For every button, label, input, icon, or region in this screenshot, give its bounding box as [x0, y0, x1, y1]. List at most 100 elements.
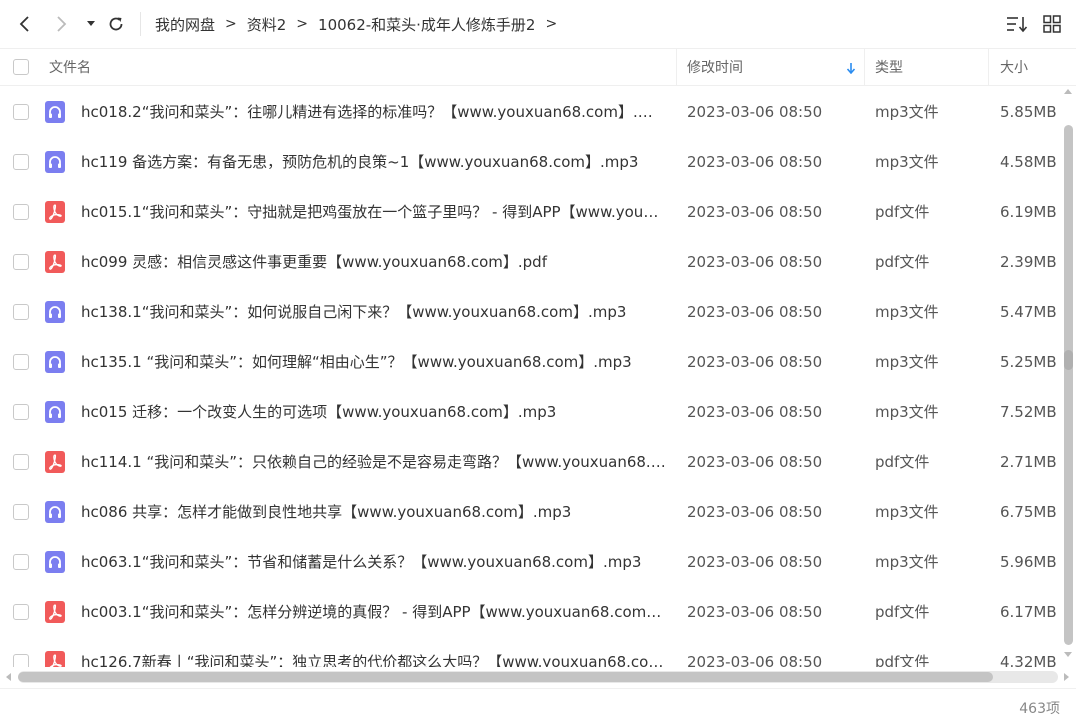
- column-divider[interactable]: [988, 49, 989, 85]
- mp3-icon: [45, 501, 65, 523]
- row-checkbox[interactable]: [13, 304, 29, 320]
- breadcrumb-separator: >: [296, 16, 309, 32]
- file-name[interactable]: hc086 共享：怎样才能做到良性地共享【www.youxuan68.com】.…: [81, 487, 667, 537]
- file-size: 4.58MB: [1000, 153, 1057, 171]
- file-row[interactable]: hc099 灵感：相信灵感这件事更重要【www.youxuan68.com】.p…: [0, 237, 1060, 287]
- file-size: 6.19MB: [1000, 203, 1057, 221]
- back-button[interactable]: [14, 12, 34, 36]
- file-type: mp3文件: [875, 303, 939, 321]
- column-type-label: 类型: [875, 60, 903, 76]
- breadcrumb-item-root[interactable]: 我的网盘: [155, 14, 215, 35]
- row-checkbox[interactable]: [13, 604, 29, 620]
- file-modified-date: 2023-03-06 08:50: [687, 653, 823, 667]
- history-dropdown-button[interactable]: [84, 12, 98, 36]
- row-checkbox[interactable]: [13, 354, 29, 370]
- file-row[interactable]: hc126.7新春丨“我问和菜头”：独立思考的代价都这么大吗？【www.youx…: [0, 637, 1060, 667]
- file-modified-date: 2023-03-06 08:50: [687, 453, 823, 471]
- vertical-scrollbar-track[interactable]: [1064, 125, 1073, 645]
- column-size[interactable]: 大小: [1000, 49, 1028, 85]
- file-name[interactable]: hc138.1“我问和菜头”：如何说服自己闲下来？【www.youxuan68.…: [81, 287, 667, 337]
- row-checkbox[interactable]: [13, 654, 29, 667]
- file-type: pdf文件: [875, 203, 930, 221]
- pdf-icon: [45, 651, 65, 667]
- file-row[interactable]: hc119 备选方案：有备无患，预防危机的良策~1【www.youxuan68.…: [0, 137, 1060, 187]
- file-name[interactable]: hc114.1 “我问和菜头”：只依赖自己的经验是不是容易走弯路？【www.yo…: [81, 437, 667, 487]
- row-checkbox[interactable]: [13, 204, 29, 220]
- file-type: mp3文件: [875, 503, 939, 521]
- forward-button[interactable]: [52, 12, 72, 36]
- select-all-checkbox[interactable]: [13, 59, 29, 75]
- file-row[interactable]: hc003.1“我问和菜头”：怎样分辨逆境的真假？ - 得到APP【www.yo…: [0, 587, 1060, 637]
- row-checkbox[interactable]: [13, 554, 29, 570]
- refresh-button[interactable]: [106, 12, 126, 36]
- pdf-icon: [45, 251, 65, 273]
- file-row[interactable]: hc063.1“我问和菜头”：节省和储蓄是什么关系？【www.youxuan68…: [0, 537, 1060, 587]
- file-modified-date: 2023-03-06 08:50: [687, 353, 823, 371]
- file-type: pdf文件: [875, 453, 930, 471]
- row-checkbox[interactable]: [13, 454, 29, 470]
- column-divider[interactable]: [676, 49, 677, 85]
- file-name[interactable]: hc126.7新春丨“我问和菜头”：独立思考的代价都这么大吗？【www.youx…: [81, 637, 667, 667]
- grid-view-button[interactable]: [1040, 12, 1064, 36]
- select-all-cell: [13, 49, 29, 85]
- file-size: 4.32MB: [1000, 653, 1057, 667]
- file-type: pdf文件: [875, 653, 930, 667]
- file-type: mp3文件: [875, 553, 939, 571]
- file-row[interactable]: hc114.1 “我问和菜头”：只依赖自己的经验是不是容易走弯路？【www.yo…: [0, 437, 1060, 487]
- scroll-left-arrow-icon: [6, 673, 11, 681]
- file-row[interactable]: hc086 共享：怎样才能做到良性地共享【www.youxuan68.com】.…: [0, 487, 1060, 537]
- status-bar: 463项: [0, 688, 1076, 725]
- horizontal-scrollbar-thumb[interactable]: [18, 672, 993, 682]
- file-name[interactable]: hc003.1“我问和菜头”：怎样分辨逆境的真假？ - 得到APP【www.yo…: [81, 587, 667, 637]
- file-row[interactable]: hc015.1“我问和菜头”：守拙就是把鸡蛋放在一个篮子里吗？ - 得到APP【…: [0, 187, 1060, 237]
- mp3-icon: [45, 351, 65, 373]
- breadcrumb-separator: >: [545, 16, 558, 32]
- sort-icon: [1007, 17, 1028, 33]
- file-type: pdf文件: [875, 603, 930, 621]
- column-modified-label: 修改时间: [687, 60, 743, 76]
- breadcrumb-separator: >: [225, 16, 237, 32]
- column-divider[interactable]: [864, 49, 865, 85]
- file-row[interactable]: hc018.2“我问和菜头”：往哪儿精进有选择的标准吗？【www.youxuan…: [0, 87, 1060, 137]
- file-name[interactable]: hc015 迁移：一个改变人生的可选项【www.youxuan68.com】.m…: [81, 387, 667, 437]
- file-name[interactable]: hc135.1 “我问和菜头”：如何理解“相由心生”？【www.youxuan6…: [81, 337, 667, 387]
- row-checkbox[interactable]: [13, 504, 29, 520]
- pdf-icon: [45, 451, 65, 473]
- file-size: 7.52MB: [1000, 403, 1057, 421]
- file-modified-date: 2023-03-06 08:50: [687, 403, 823, 421]
- breadcrumb: 我的网盘 > 资料2 > 10062-和菜头·成年人修炼手册2 >: [155, 0, 567, 48]
- file-name[interactable]: hc119 备选方案：有备无患，预防危机的良策~1【www.youxuan68.…: [81, 137, 667, 187]
- file-modified-date: 2023-03-06 08:50: [687, 253, 823, 271]
- breadcrumb-item-folder[interactable]: 资料2: [247, 14, 287, 35]
- file-row[interactable]: hc015 迁移：一个改变人生的可选项【www.youxuan68.com】.m…: [0, 387, 1060, 437]
- vertical-scrollbar-thumb[interactable]: [1064, 350, 1073, 370]
- file-modified-date: 2023-03-06 08:50: [687, 553, 823, 571]
- file-size: 5.25MB: [1000, 353, 1057, 371]
- column-type[interactable]: 类型: [875, 49, 903, 85]
- file-row[interactable]: hc138.1“我问和菜头”：如何说服自己闲下来？【www.youxuan68.…: [0, 287, 1060, 337]
- chevron-right-icon: [57, 16, 67, 32]
- mp3-icon: [45, 551, 65, 573]
- file-size: 5.96MB: [1000, 553, 1057, 571]
- file-row[interactable]: hc135.1 “我问和菜头”：如何理解“相由心生”？【www.youxuan6…: [0, 337, 1060, 387]
- file-type: pdf文件: [875, 253, 930, 271]
- row-checkbox[interactable]: [13, 104, 29, 120]
- row-checkbox[interactable]: [13, 154, 29, 170]
- row-checkbox[interactable]: [13, 404, 29, 420]
- file-type: mp3文件: [875, 353, 939, 371]
- column-name[interactable]: 文件名: [49, 49, 91, 85]
- file-name[interactable]: hc018.2“我问和菜头”：往哪儿精进有选择的标准吗？【www.youxuan…: [81, 87, 667, 137]
- file-size: 5.47MB: [1000, 303, 1057, 321]
- scroll-up-arrow-icon: [1064, 89, 1072, 94]
- file-name[interactable]: hc015.1“我问和菜头”：守拙就是把鸡蛋放在一个篮子里吗？ - 得到APP【…: [81, 187, 667, 237]
- sort-button[interactable]: [1004, 12, 1030, 36]
- breadcrumb-item-current[interactable]: 10062-和菜头·成年人修炼手册2: [318, 14, 535, 35]
- file-size: 6.75MB: [1000, 503, 1057, 521]
- file-name[interactable]: hc063.1“我问和菜头”：节省和储蓄是什么关系？【www.youxuan68…: [81, 537, 667, 587]
- pdf-icon: [45, 201, 65, 223]
- row-checkbox[interactable]: [13, 254, 29, 270]
- column-modified[interactable]: 修改时间: [687, 49, 857, 85]
- toolbar: 我的网盘 > 资料2 > 10062-和菜头·成年人修炼手册2 >: [0, 0, 1076, 48]
- item-count: 463项: [1019, 701, 1060, 717]
- file-name[interactable]: hc099 灵感：相信灵感这件事更重要【www.youxuan68.com】.p…: [81, 237, 667, 287]
